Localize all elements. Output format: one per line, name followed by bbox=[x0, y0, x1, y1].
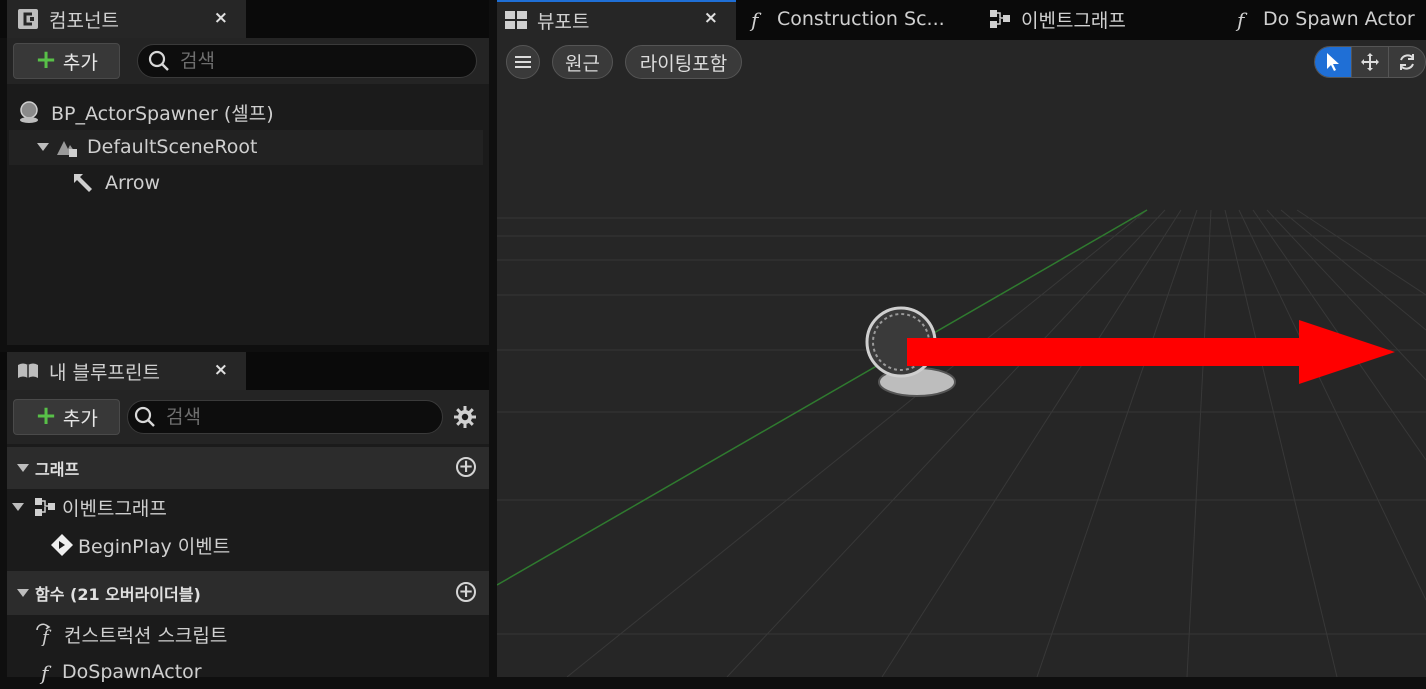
viewport-menu-button[interactable] bbox=[506, 45, 540, 79]
select-tool-button[interactable] bbox=[1315, 47, 1351, 77]
event-graph-icon bbox=[34, 497, 56, 517]
expand-arrow-icon[interactable] bbox=[12, 503, 24, 511]
components-panel: + 추가 BP_ActorSpawner (셀프) DefaultSceneRo… bbox=[7, 38, 489, 345]
tab-label: Do Spawn Actor bbox=[1263, 8, 1415, 30]
tab-do-spawn-actor[interactable]: f Do Spawn Actor bbox=[1235, 0, 1426, 38]
add-button-label: 추가 bbox=[62, 407, 98, 430]
translate-tool-button[interactable] bbox=[1351, 47, 1388, 77]
search-icon bbox=[134, 406, 156, 428]
tab-components[interactable]: 컴포넌트 × bbox=[7, 0, 246, 38]
add-function-icon[interactable]: + bbox=[456, 582, 476, 602]
close-icon[interactable]: × bbox=[214, 360, 228, 380]
svg-text:f: f bbox=[1235, 8, 1248, 31]
x-axis-line bbox=[497, 209, 1148, 586]
tab-my-blueprint[interactable]: 내 블루프린트 × bbox=[7, 352, 246, 390]
list-item-label: DoSpawnActor bbox=[62, 661, 202, 683]
svg-text:f: f bbox=[39, 661, 52, 684]
tab-event-graph[interactable]: 이벤트그래프 bbox=[989, 0, 1219, 38]
construction-function-icon: f bbox=[34, 622, 58, 646]
list-item-dospawnactor[interactable]: f DoSpawnActor bbox=[38, 655, 202, 689]
add-button-label: 추가 bbox=[62, 51, 98, 74]
transform-tools bbox=[1314, 46, 1426, 78]
event-graph-icon bbox=[989, 9, 1011, 29]
blueprint-search[interactable] bbox=[127, 400, 443, 434]
expand-arrow-icon bbox=[17, 464, 29, 472]
tree-item-label: Arrow bbox=[105, 172, 161, 194]
list-item-construction-script[interactable]: f 컨스트럭션 스크립트 bbox=[34, 617, 227, 651]
section-header-functions[interactable]: 함수 (21 오버라이더블) + bbox=[7, 571, 489, 615]
event-node-icon bbox=[50, 533, 74, 557]
arrow-component-gizmo[interactable] bbox=[907, 320, 1395, 384]
scene-root-icon bbox=[55, 135, 79, 159]
tab-label: 내 블루프린트 bbox=[49, 361, 160, 384]
list-item-beginplay[interactable]: BeginPlay 이벤트 bbox=[50, 528, 230, 562]
expand-arrow-icon[interactable] bbox=[37, 143, 49, 151]
plus-icon: + bbox=[35, 44, 57, 75]
list-item-label: 컨스트럭션 스크립트 bbox=[64, 624, 228, 647]
tree-item-actor[interactable]: BP_ActorSpawner (셀프) bbox=[17, 95, 274, 129]
add-component-button[interactable]: + 추가 bbox=[13, 43, 120, 79]
section-header-graphs[interactable]: 그래프 + bbox=[7, 447, 489, 489]
section-title: 함수 (21 오버라이더블) bbox=[35, 585, 201, 604]
list-item-label: BeginPlay 이벤트 bbox=[78, 535, 231, 558]
tab-construction-script[interactable]: f Construction Sc... bbox=[749, 0, 979, 38]
tree-item-default-scene-root[interactable]: DefaultSceneRoot bbox=[37, 130, 257, 164]
viewport-icon bbox=[505, 11, 527, 29]
rotate-icon bbox=[1397, 52, 1417, 72]
function-icon: f bbox=[749, 7, 767, 31]
svg-text:f: f bbox=[749, 8, 762, 31]
perspective-button[interactable]: 원근 bbox=[552, 45, 613, 79]
list-item-event-graph[interactable]: 이벤트그래프 bbox=[12, 490, 167, 524]
select-icon bbox=[1325, 52, 1341, 72]
tree-item-label: BP_ActorSpawner (셀프) bbox=[51, 102, 274, 125]
svg-text:f: f bbox=[40, 627, 52, 646]
book-icon bbox=[17, 361, 39, 381]
hamburger-menu-icon bbox=[515, 55, 531, 69]
tree-item-label: DefaultSceneRoot bbox=[87, 136, 258, 158]
function-icon: f bbox=[1235, 7, 1253, 31]
close-icon[interactable]: × bbox=[214, 8, 228, 28]
editor-tab-strip: 뷰포트 × f Construction Sc... 이벤트그래프 f Do S… bbox=[497, 0, 1426, 40]
my-blueprint-tab-strip: 내 블루프린트 × bbox=[0, 352, 489, 390]
viewport-grid bbox=[497, 209, 1426, 677]
search-input[interactable] bbox=[178, 49, 476, 73]
list-item-label: 이벤트그래프 bbox=[62, 497, 167, 520]
tab-label: Construction Sc... bbox=[777, 8, 945, 30]
translate-icon bbox=[1360, 52, 1380, 72]
tree-item-arrow[interactable]: Arrow bbox=[71, 166, 160, 200]
tab-label: 뷰포트 bbox=[537, 10, 590, 33]
components-icon bbox=[17, 8, 39, 30]
arrow-component-icon bbox=[71, 171, 95, 195]
close-icon[interactable]: × bbox=[704, 8, 718, 28]
search-input[interactable] bbox=[164, 405, 442, 429]
tab-label: 이벤트그래프 bbox=[1021, 9, 1126, 32]
add-graph-icon[interactable]: + bbox=[456, 457, 476, 477]
lit-mode-button[interactable]: 라이팅포함 bbox=[625, 45, 742, 79]
tab-viewport[interactable]: 뷰포트 × bbox=[497, 0, 736, 40]
rotate-tool-button[interactable] bbox=[1388, 47, 1425, 77]
viewport-canvas[interactable]: 원근 라이팅포함 bbox=[497, 40, 1426, 677]
expand-arrow-icon bbox=[17, 589, 29, 597]
add-blueprint-item-button[interactable]: + 추가 bbox=[13, 399, 120, 435]
gear-icon[interactable] bbox=[453, 405, 477, 429]
function-icon: f bbox=[38, 660, 58, 684]
section-title: 그래프 bbox=[35, 460, 80, 479]
actor-sphere-icon bbox=[17, 100, 41, 124]
components-search[interactable] bbox=[137, 44, 477, 78]
components-tab-strip: 컴포넌트 × bbox=[0, 0, 489, 38]
search-icon bbox=[148, 50, 170, 72]
plus-icon: + bbox=[35, 400, 57, 431]
active-tab-indicator bbox=[497, 0, 736, 2]
tab-label: 컴포넌트 bbox=[49, 9, 119, 32]
